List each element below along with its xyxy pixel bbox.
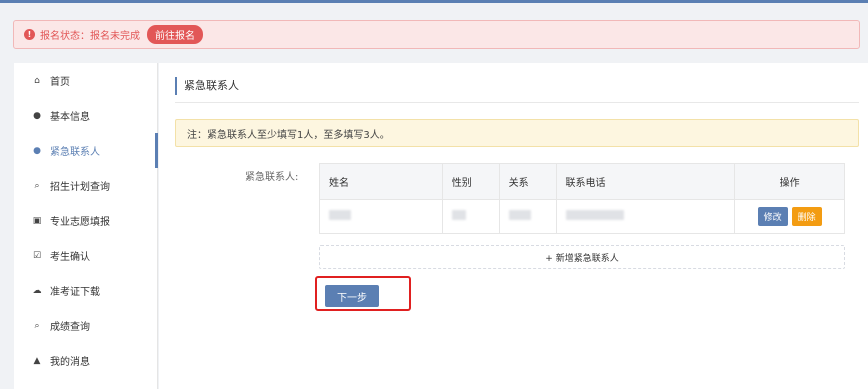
user-icon: ● <box>33 145 41 156</box>
contacts-table: 姓名 性别 关系 联系电话 操作 修改 删除 <box>319 163 845 234</box>
add-contact-button[interactable]: + 新增紧急联系人 <box>319 245 845 269</box>
delete-button[interactable]: 删除 <box>791 207 822 226</box>
main-content: 紧急联系人 注：紧急联系人至少填写1人，至多填写3人。 紧急联系人: 姓名 性别… <box>159 63 868 389</box>
cell-name-redacted <box>319 199 443 234</box>
sidebar-item-label: 紧急联系人 <box>50 147 100 158</box>
cell-phone-redacted <box>555 199 736 234</box>
exclamation-icon: ! <box>24 29 35 40</box>
field-label: 紧急联系人: <box>245 172 299 183</box>
form-icon: ▣ <box>32 215 42 226</box>
column-header-actions: 操作 <box>734 163 845 200</box>
sidebar-item-admission-ticket[interactable]: ☁ 准考证下载 <box>14 273 157 308</box>
page-title: 紧急联系人 <box>175 77 239 95</box>
sidebar-item-label: 成绩查询 <box>50 322 90 333</box>
column-header-relation: 关系 <box>498 163 557 200</box>
sidebar-item-emergency-contact[interactable]: ● 紧急联系人 <box>14 133 158 168</box>
sidebar-item-major-preference[interactable]: ▣ 专业志愿填报 <box>14 203 157 238</box>
column-header-name: 姓名 <box>319 163 443 200</box>
sidebar-item-basic-info[interactable]: ● 基本信息 <box>14 98 157 133</box>
column-header-phone: 联系电话 <box>555 163 736 200</box>
home-icon: ⌂ <box>34 75 40 86</box>
edit-button[interactable]: 修改 <box>757 207 788 226</box>
search-icon: ⌕ <box>34 180 40 191</box>
sidebar-item-label: 考生确认 <box>50 252 90 263</box>
status-text: 报名状态：报名未完成 <box>40 31 140 42</box>
registration-status-bar: ! 报名状态：报名未完成 前往报名 <box>13 20 860 49</box>
cell-relation-redacted <box>498 199 557 234</box>
table-header-row: 姓名 性别 关系 联系电话 操作 <box>319 163 845 200</box>
sidebar-item-label: 招生计划查询 <box>50 182 110 193</box>
bell-icon: ▲ <box>33 355 41 366</box>
column-header-gender: 性别 <box>441 163 500 200</box>
sidebar-item-home[interactable]: ⌂ 首页 <box>14 63 157 98</box>
table-row: 修改 删除 <box>319 199 845 234</box>
sidebar-item-enrollment-plan[interactable]: ⌕ 招生计划查询 <box>14 168 157 203</box>
top-accent-line <box>0 0 868 3</box>
cloud-download-icon: ☁ <box>32 285 42 296</box>
notice-banner: 注：紧急联系人至少填写1人，至多填写3人。 <box>175 119 859 147</box>
sidebar-item-label: 首页 <box>50 77 70 88</box>
sidebar-item-label: 我的消息 <box>50 357 90 368</box>
sidebar-item-label: 准考证下载 <box>50 287 100 298</box>
go-register-button[interactable]: 前往报名 <box>147 25 203 44</box>
sidebar-item-label: 专业志愿填报 <box>50 217 110 228</box>
cell-gender-redacted <box>441 199 500 234</box>
checkbox-icon: ☑ <box>32 250 42 261</box>
sidebar-item-label: 基本信息 <box>50 112 90 123</box>
sidebar-item-candidate-confirm[interactable]: ☑ 考生确认 <box>14 238 157 273</box>
user-icon: ● <box>33 110 41 121</box>
search-icon: ⌕ <box>34 320 40 331</box>
sidebar-item-messages[interactable]: ▲ 我的消息 <box>14 343 157 378</box>
sidebar: ⌂ 首页 ● 基本信息 ● 紧急联系人 ⌕ 招生计划查询 ▣ 专业志愿填报 ☑ … <box>14 63 158 389</box>
cell-actions: 修改 删除 <box>734 199 845 234</box>
highlight-box <box>315 276 411 311</box>
divider <box>175 102 859 103</box>
sidebar-item-score-query[interactable]: ⌕ 成绩查询 <box>14 308 157 343</box>
